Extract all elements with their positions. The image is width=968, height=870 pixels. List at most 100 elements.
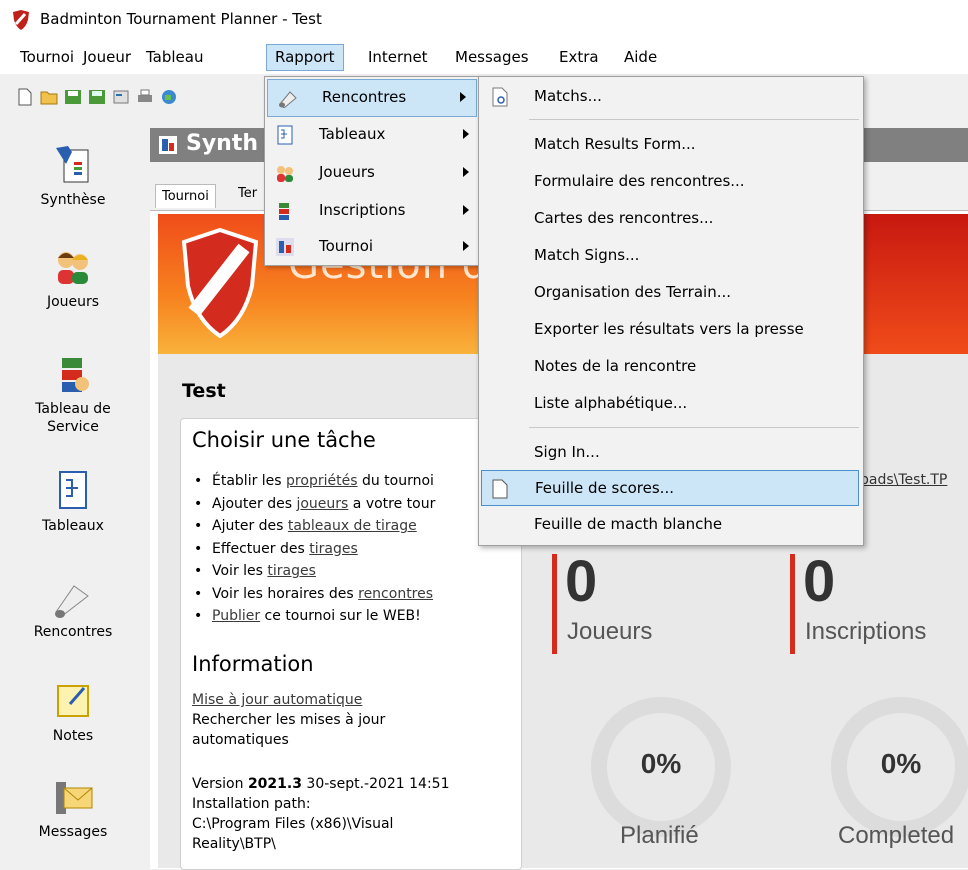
submenu-arrow-icon xyxy=(463,205,469,215)
sidebar-item-joueurs[interactable]: Joueurs xyxy=(0,246,146,310)
submenu-item-match-signs[interactable]: Match Signs... xyxy=(479,238,863,274)
task-item: • Effectuer des tirages xyxy=(194,540,358,557)
submenu-arrow-icon xyxy=(460,92,466,102)
sidebar-item-notes[interactable]: Notes xyxy=(0,680,146,744)
version-info: Version 2021.3 30-sept.-2021 14:51 Insta… xyxy=(192,776,450,852)
progress-planned: 0% xyxy=(588,694,734,840)
submenu-item-matchs[interactable]: Matchs... xyxy=(479,79,863,115)
submenu-item-cartes-rencontres[interactable]: Cartes des rencontres... xyxy=(479,201,863,237)
save-as-icon[interactable] xyxy=(88,88,106,106)
sidebar-item-label: Messages xyxy=(38,824,108,840)
sidebar-item-label: Notes xyxy=(52,728,94,744)
submenu-item-organisation-terrain[interactable]: Organisation des Terrain... xyxy=(479,275,863,311)
task-link[interactable]: tirages xyxy=(309,541,358,557)
auto-update-text: Rechercher les mises à jour xyxy=(192,712,386,728)
tournament-icon xyxy=(276,238,294,256)
stat-label: Joueurs xyxy=(567,618,653,645)
task-link[interactable]: tirages xyxy=(267,563,316,579)
menu-tableau[interactable]: Tableau xyxy=(146,48,204,66)
players-icon xyxy=(58,252,88,284)
submenu-item-formulaire-rencontres[interactable]: Formulaire des rencontres... xyxy=(479,164,863,200)
open-folder-icon[interactable] xyxy=(40,88,58,106)
draws-icon xyxy=(277,125,293,145)
sidebar-item-rencontres[interactable]: Rencontres xyxy=(0,576,146,640)
progress-value: 0% xyxy=(640,748,682,779)
submenu-item-match-results-form[interactable]: Match Results Form... xyxy=(479,127,863,163)
blank-page-icon xyxy=(492,479,508,499)
tab-terrain[interactable]: Ter xyxy=(238,186,257,201)
menu-aide[interactable]: Aide xyxy=(624,48,657,66)
window-title: Badminton Tournament Planner - Test xyxy=(40,10,322,28)
submenu-item-sign-in[interactable]: Sign In... xyxy=(479,435,863,471)
synthese-small-icon xyxy=(159,136,177,154)
menu-internet[interactable]: Internet xyxy=(368,48,428,66)
menu-rapport[interactable]: Rapport xyxy=(266,44,344,71)
task-link[interactable]: joueurs xyxy=(296,496,348,512)
auto-update-text: automatiques xyxy=(192,732,289,748)
task-link[interactable]: Publier xyxy=(212,608,260,624)
submenu-item-liste-alphabetique[interactable]: Liste alphabétique... xyxy=(479,386,863,422)
menu-tournoi[interactable]: Tournoi xyxy=(20,48,74,66)
menu-joueur[interactable]: Joueur xyxy=(83,48,131,66)
properties-icon[interactable] xyxy=(112,88,130,106)
report-page-icon xyxy=(492,87,508,107)
install-path: C:\Program Files (x86)\Visual xyxy=(192,816,394,832)
menu-item-inscriptions[interactable]: Inscriptions xyxy=(265,193,479,229)
tab-tournoi[interactable]: Tournoi xyxy=(155,184,216,208)
task-link[interactable]: rencontres xyxy=(358,586,433,602)
submenu-item-notes-rencontre[interactable]: Notes de la rencontre xyxy=(479,349,863,385)
task-item: • Voir les tirages xyxy=(194,563,316,579)
menu-item-tableaux[interactable]: Tableaux xyxy=(265,117,479,153)
sidebar-item-synthese[interactable]: Synthèse xyxy=(0,144,146,208)
menu-extra[interactable]: Extra xyxy=(559,48,599,66)
menu-item-joueurs[interactable]: Joueurs xyxy=(265,155,479,191)
print-icon[interactable] xyxy=(136,88,154,106)
menu-item-tournoi[interactable]: Tournoi xyxy=(265,229,479,265)
tournament-name: Test xyxy=(182,380,226,402)
submenu-arrow-icon xyxy=(463,167,469,177)
draws-icon xyxy=(59,471,87,509)
service-board-icon xyxy=(62,358,89,392)
title-bar: Badminton Tournament Planner - Test xyxy=(0,0,968,40)
menu-messages[interactable]: Messages xyxy=(455,48,529,66)
shuttlecock-icon xyxy=(279,91,297,108)
new-file-icon[interactable] xyxy=(16,88,34,106)
progress-label: Completed xyxy=(838,822,955,849)
notes-icon xyxy=(57,685,89,717)
task-link[interactable]: propriétés xyxy=(286,473,357,489)
synthese-icon xyxy=(56,146,89,183)
submenu-item-feuille-scores[interactable]: Feuille de scores... xyxy=(481,470,859,506)
submenu-arrow-icon xyxy=(463,129,469,139)
menu-separator xyxy=(529,119,859,120)
task-item: • Établir les propriétés du tournoi xyxy=(194,473,434,489)
web-icon[interactable] xyxy=(160,88,178,106)
info-title: Information xyxy=(192,652,314,676)
sidebar-item-tableau-de-service[interactable]: Tableau de Service xyxy=(0,354,146,436)
submenu-arrow-icon xyxy=(463,241,469,251)
stat-value: 0 xyxy=(803,549,836,614)
sidebar-item-tableaux[interactable]: Tableaux xyxy=(0,470,146,534)
sidebar-item-label: Tableaux xyxy=(42,518,104,534)
install-label: Installation path: xyxy=(192,796,311,812)
submenu-item-exporter-presse[interactable]: Exporter les résultats vers la presse xyxy=(479,312,863,348)
menu-item-rencontres[interactable]: Rencontres xyxy=(267,79,477,117)
save-icon[interactable] xyxy=(64,88,82,106)
file-path-link[interactable]: pads\Test.TP xyxy=(860,472,947,488)
task-item: • Voir les horaires des rencontres xyxy=(194,585,434,602)
tournament-shield-icon xyxy=(181,228,259,338)
sidebar-item-label: Rencontres xyxy=(33,624,113,640)
stat-label: Inscriptions xyxy=(805,618,927,645)
task-link[interactable]: tableaux de tirage xyxy=(288,518,417,534)
stat-value: 0 xyxy=(565,549,598,614)
task-item: • Publier ce tournoi sur le WEB! xyxy=(194,608,421,624)
sidebar-item-messages[interactable]: Messages xyxy=(0,776,146,840)
section-title: Synth xyxy=(186,131,259,156)
app-shield-icon xyxy=(13,10,29,30)
version-number: 2021.3 xyxy=(247,776,302,792)
sidebar-item-label: Joueurs xyxy=(46,294,100,310)
info-body: Mise à jour automatique Rechercher les m… xyxy=(192,690,385,750)
auto-update-link[interactable]: Mise à jour automatique xyxy=(192,690,385,710)
task-item: • Ajouter des joueurs a votre tour xyxy=(194,495,436,512)
submenu-item-feuille-blanche[interactable]: Feuille de macth blanche xyxy=(479,507,863,543)
menu-separator xyxy=(529,427,859,428)
